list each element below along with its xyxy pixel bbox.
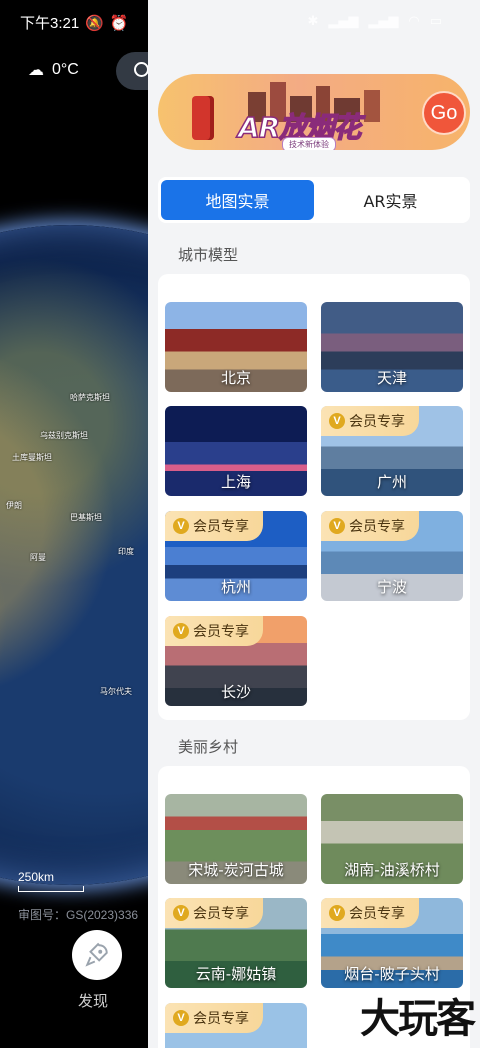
- map-label: 巴基斯坦: [70, 513, 102, 522]
- city-tile-changsha[interactable]: V 会员专享 长沙: [165, 616, 307, 706]
- temperature: 0°C: [52, 61, 79, 78]
- banner-subtitle: 技术新体验: [282, 137, 336, 150]
- vip-badge: V 会员专享: [321, 898, 419, 928]
- vip-icon: V: [329, 413, 345, 429]
- city-tile-shanghai[interactable]: 上海: [165, 406, 307, 496]
- vip-icon: V: [329, 518, 345, 534]
- alarm-icon: ⏰: [109, 14, 129, 32]
- vip-label: 会员专享: [349, 519, 405, 535]
- vip-icon: V: [173, 623, 189, 639]
- vip-badge: V 会员专享: [165, 511, 263, 541]
- rocket-icon: [85, 942, 108, 967]
- battery-icon: ▭: [429, 14, 442, 29]
- city-tile-ningbo[interactable]: V 会员专享 宁波: [321, 511, 463, 601]
- status-bar: 下午3:21 🔕 ⏰: [20, 12, 129, 33]
- vip-label: 会员专享: [193, 624, 249, 640]
- vip-icon: V: [173, 1010, 189, 1026]
- view-tabs: 地图实景 AR实景: [158, 177, 470, 223]
- tile-label: 云南-娜姑镇: [195, 965, 277, 983]
- map-label: 哈萨克斯坦: [70, 393, 110, 402]
- tile-label: 宋城-炭河古城: [188, 861, 284, 879]
- map-label: 马尔代夫: [100, 687, 132, 696]
- tile-label: 北京: [220, 369, 251, 387]
- tile-label: 上海: [220, 473, 251, 491]
- city-tile-tianjin[interactable]: 天津: [321, 302, 463, 392]
- vip-label: 会员专享: [349, 906, 405, 922]
- vip-icon: V: [329, 905, 345, 921]
- scale-bar: [18, 886, 84, 892]
- tab-ar-scene[interactable]: AR实景: [314, 180, 467, 220]
- vip-badge: V 会员专享: [165, 616, 263, 646]
- vip-badge: V 会员专享: [321, 406, 419, 436]
- city-models-panel: 北京 天津 上海 V 会员专享 广州 V 会员专享 杭州 V 会员专享 宁波 V 会员专…: [158, 274, 470, 720]
- go-button[interactable]: Go: [422, 91, 466, 135]
- vip-badge: V 会员专享: [321, 511, 419, 541]
- search-icon: [134, 62, 149, 77]
- vip-label: 会员专享: [193, 906, 249, 922]
- weather-widget[interactable]: ☁ 0°C: [28, 60, 79, 80]
- village-tile-hunan[interactable]: 湖南-油溪桥村: [321, 794, 463, 884]
- tile-label: 天津: [376, 369, 407, 387]
- signal-icon: ▂▄▆: [368, 14, 399, 29]
- section-title-city: 城市模型: [178, 246, 239, 264]
- status-icons: ✱ ▂▄▆ ▂▄▆ ◠ ▭: [307, 14, 442, 29]
- map-scale: 250km: [18, 870, 84, 892]
- village-tile-songcheng[interactable]: 宋城-炭河古城: [165, 794, 307, 884]
- vip-label: 会员专享: [349, 414, 405, 430]
- scale-label: 250km: [18, 870, 55, 884]
- village-tile-yantai[interactable]: V 会员专享 烟台-陂子头村: [321, 898, 463, 988]
- city-tile-hangzhou[interactable]: V 会员专享 杭州: [165, 511, 307, 601]
- bluetooth-icon: ✱: [307, 14, 319, 29]
- firework-can-graphic: [192, 96, 214, 140]
- discover-button[interactable]: [72, 930, 122, 980]
- vip-badge: V 会员专享: [165, 898, 263, 928]
- snow-cloud-icon: ☁: [28, 62, 44, 79]
- map-label: 土库曼斯坦: [12, 453, 52, 462]
- mute-icon: 🔕: [85, 14, 104, 32]
- section-title-village: 美丽乡村: [178, 738, 239, 756]
- vip-label: 会员专享: [193, 1011, 249, 1027]
- vip-icon: V: [173, 905, 189, 921]
- discover-label: 发现: [78, 992, 109, 1010]
- map-label: 印度: [118, 547, 134, 556]
- tile-label: 烟台-陂子头村: [344, 965, 440, 983]
- tile-label: 广州: [376, 473, 407, 491]
- ar-fireworks-banner[interactable]: AR放烟花 技术新体验 Go: [158, 74, 470, 150]
- map-approval-number: 审图号：GS(2023)336: [18, 908, 139, 922]
- wifi-icon: ◠: [408, 14, 420, 29]
- city-tile-beijing[interactable]: 北京: [165, 302, 307, 392]
- village-tile-more[interactable]: V 会员专享: [165, 1003, 307, 1048]
- vip-icon: V: [173, 518, 189, 534]
- tab-map-scene[interactable]: 地图实景: [161, 180, 314, 220]
- village-tile-yunnan[interactable]: V 会员专享 云南-娜姑镇: [165, 898, 307, 988]
- map-label: 阿曼: [30, 553, 46, 562]
- vip-label: 会员专享: [193, 519, 249, 535]
- globe-view[interactable]: 哈萨克斯坦 乌兹别克斯坦 土库曼斯坦 伊朗 巴基斯坦 印度 阿曼 马尔代夫 下午…: [0, 0, 148, 1048]
- tile-label: 杭州: [220, 578, 251, 596]
- scene-drawer: ✱ ▂▄▆ ▂▄▆ ◠ ▭ AR放烟花 技术新体验 Go 地图实景 AR实景 城…: [148, 0, 480, 1048]
- tile-label: 长沙: [220, 683, 251, 701]
- watermark-logo: 大玩客: [360, 996, 476, 1042]
- map-label: 伊朗: [6, 501, 22, 510]
- vip-badge: V 会员专享: [165, 1003, 263, 1033]
- signal-icon: ▂▄▆: [328, 14, 359, 29]
- status-time: 下午3:21: [20, 15, 80, 32]
- tile-label: 宁波: [376, 578, 407, 596]
- tile-label: 湖南-油溪桥村: [344, 861, 440, 879]
- map-label: 乌兹别克斯坦: [40, 431, 88, 440]
- city-tile-guangzhou[interactable]: V 会员专享 广州: [321, 406, 463, 496]
